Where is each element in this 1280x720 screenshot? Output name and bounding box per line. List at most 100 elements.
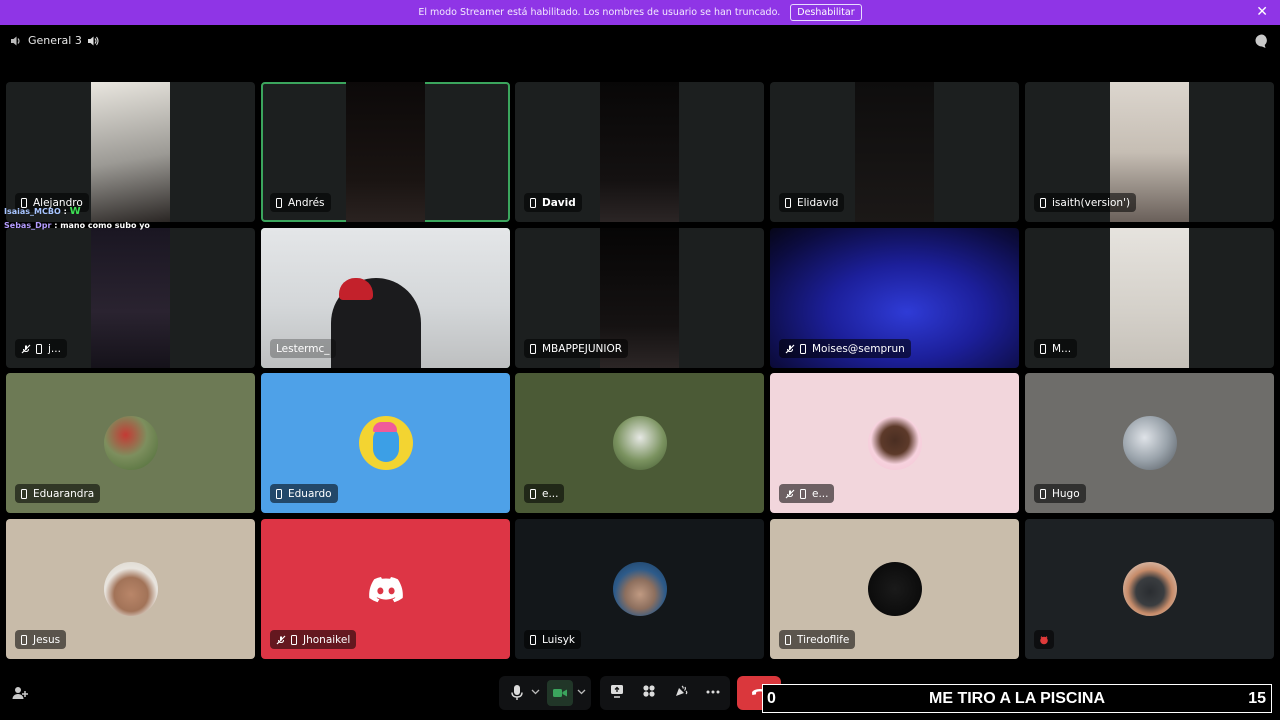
goal-text: ME TIRO A LA PISCINA — [929, 689, 1105, 707]
stream-goal-overlay: 0 ME TIRO A LA PISCINA 15 — [762, 684, 1272, 713]
participant-tile-david[interactable]: David — [515, 82, 764, 222]
mobile-icon — [530, 197, 536, 208]
banner-message: El modo Streamer está habilitado. Los no… — [418, 7, 781, 18]
mobile-icon — [530, 488, 536, 499]
video-feed — [91, 228, 170, 368]
muted-mic-icon — [276, 635, 286, 644]
avatar — [1123, 416, 1177, 470]
mobile-icon — [785, 634, 791, 645]
mobile-icon — [800, 488, 806, 499]
mobile-icon — [1040, 343, 1046, 354]
avatar — [104, 416, 158, 470]
participant-tile-m[interactable]: M... — [1025, 228, 1274, 368]
participant-tile-jesus[interactable]: Jesus — [6, 519, 255, 659]
channel-header: General 3 — [0, 28, 1280, 54]
participant-label: Eduarandra — [15, 484, 101, 503]
chat-bubble-icon[interactable] — [1254, 33, 1270, 49]
participant-label: Tiredoflife — [779, 630, 856, 649]
volume-icon[interactable] — [87, 35, 99, 47]
participant-label: isaith(version') — [1034, 193, 1137, 212]
participant-label: Jhonaikel — [270, 630, 357, 649]
mobile-icon — [276, 488, 282, 499]
activities-icon[interactable] — [642, 684, 656, 698]
avatar — [104, 562, 158, 616]
participant-label: Lestermc_ — [270, 339, 336, 358]
participant-label: Hugo — [1034, 484, 1086, 503]
more-options-icon[interactable] — [706, 690, 720, 694]
participant-label — [1034, 630, 1054, 649]
participant-tile-mbappejunior[interactable]: MBAPPEJUNIOR — [515, 228, 764, 368]
participant-label: e... — [779, 484, 835, 503]
video-feed — [1110, 228, 1189, 368]
mobile-icon — [530, 343, 536, 354]
close-icon[interactable]: ✕ — [1256, 5, 1268, 19]
mobile-icon — [800, 343, 806, 354]
participant-tile-e1[interactable]: e... — [515, 373, 764, 513]
participant-label: Jesus — [15, 630, 67, 649]
video-feed — [91, 82, 170, 222]
mobile-icon — [291, 634, 297, 645]
participant-label: MBAPPEJUNIOR — [524, 339, 629, 358]
soundboard-icon[interactable] — [674, 684, 688, 698]
muted-mic-icon — [785, 489, 795, 498]
invite-user-icon[interactable] — [12, 685, 28, 701]
media-controls — [499, 676, 591, 710]
participant-tile-eduardo[interactable]: Eduardo — [261, 373, 510, 513]
goal-target-count: 15 — [1248, 689, 1266, 707]
avatar — [613, 562, 667, 616]
participant-tile-e2[interactable]: e... — [770, 373, 1019, 513]
participant-label: j... — [15, 339, 67, 358]
video-feed — [600, 82, 679, 222]
participant-label: Elidavid — [779, 193, 845, 212]
participant-tile-jhonaikel[interactable]: Jhonaikel — [261, 519, 510, 659]
activity-controls — [600, 676, 730, 710]
video-feed — [346, 82, 425, 222]
muted-mic-icon — [21, 344, 31, 353]
participant-label: Eduardo — [270, 484, 338, 503]
mobile-icon — [1040, 488, 1046, 499]
channel-name: General 3 — [28, 34, 82, 47]
devil-emoji-icon — [1040, 635, 1048, 644]
cartoon-hat — [373, 422, 397, 432]
participant-tile-j[interactable]: j... — [6, 228, 255, 368]
red-cap — [339, 278, 373, 300]
participant-tile-eduarandra[interactable]: Eduarandra — [6, 373, 255, 513]
mobile-icon — [36, 343, 42, 354]
participant-tile-lestermc[interactable]: Lestermc_ — [261, 228, 510, 368]
participant-label: David — [524, 193, 582, 212]
avatar — [868, 562, 922, 616]
avatar — [613, 416, 667, 470]
participant-tile-tiredoflife[interactable]: Tiredoflife — [770, 519, 1019, 659]
participant-tile-luisyk[interactable]: Luisyk — [515, 519, 764, 659]
participant-label: Andrés — [270, 193, 331, 212]
microphone-icon[interactable] — [510, 684, 524, 702]
participant-label: Luisyk — [524, 630, 582, 649]
disable-streamer-mode-button[interactable]: Deshabilitar — [790, 4, 862, 21]
mobile-icon — [276, 197, 282, 208]
screen-share-icon[interactable] — [610, 684, 624, 698]
speaker-icon — [11, 36, 20, 45]
chat-line: Isaias_MCBO : W — [4, 206, 81, 217]
participant-tile-alejandro[interactable]: Alejandro — [6, 82, 255, 222]
chevron-down-icon[interactable] — [577, 689, 586, 695]
stream-chat-overlay: Isaias_MCBO : W Sebas_Dpr : mano como su… — [4, 205, 150, 233]
camera-button[interactable] — [547, 680, 573, 706]
mobile-icon — [1040, 197, 1046, 208]
mobile-icon — [785, 197, 791, 208]
chevron-down-icon[interactable] — [531, 689, 540, 695]
participant-label: M... — [1034, 339, 1078, 358]
participant-label: Moises@semprun — [779, 339, 911, 358]
discord-logo-icon — [369, 577, 403, 603]
streamer-mode-banner: El modo Streamer está habilitado. Los no… — [0, 0, 1280, 25]
participant-tile-elidavid[interactable]: Elidavid — [770, 82, 1019, 222]
muted-mic-icon — [785, 344, 795, 353]
goal-current-count: 0 — [767, 689, 776, 707]
voice-channel-title: General 3 — [10, 34, 105, 47]
participant-tile-isaith[interactable]: isaith(version') — [1025, 82, 1274, 222]
participant-tile-moises[interactable]: Moises@semprun — [770, 228, 1019, 368]
participant-tile-anonymous[interactable] — [1025, 519, 1274, 659]
video-camera-icon — [553, 689, 567, 697]
participant-tile-andres[interactable]: Andrés — [261, 82, 510, 222]
participant-tile-hugo[interactable]: Hugo — [1025, 373, 1274, 513]
mobile-icon — [21, 634, 27, 645]
